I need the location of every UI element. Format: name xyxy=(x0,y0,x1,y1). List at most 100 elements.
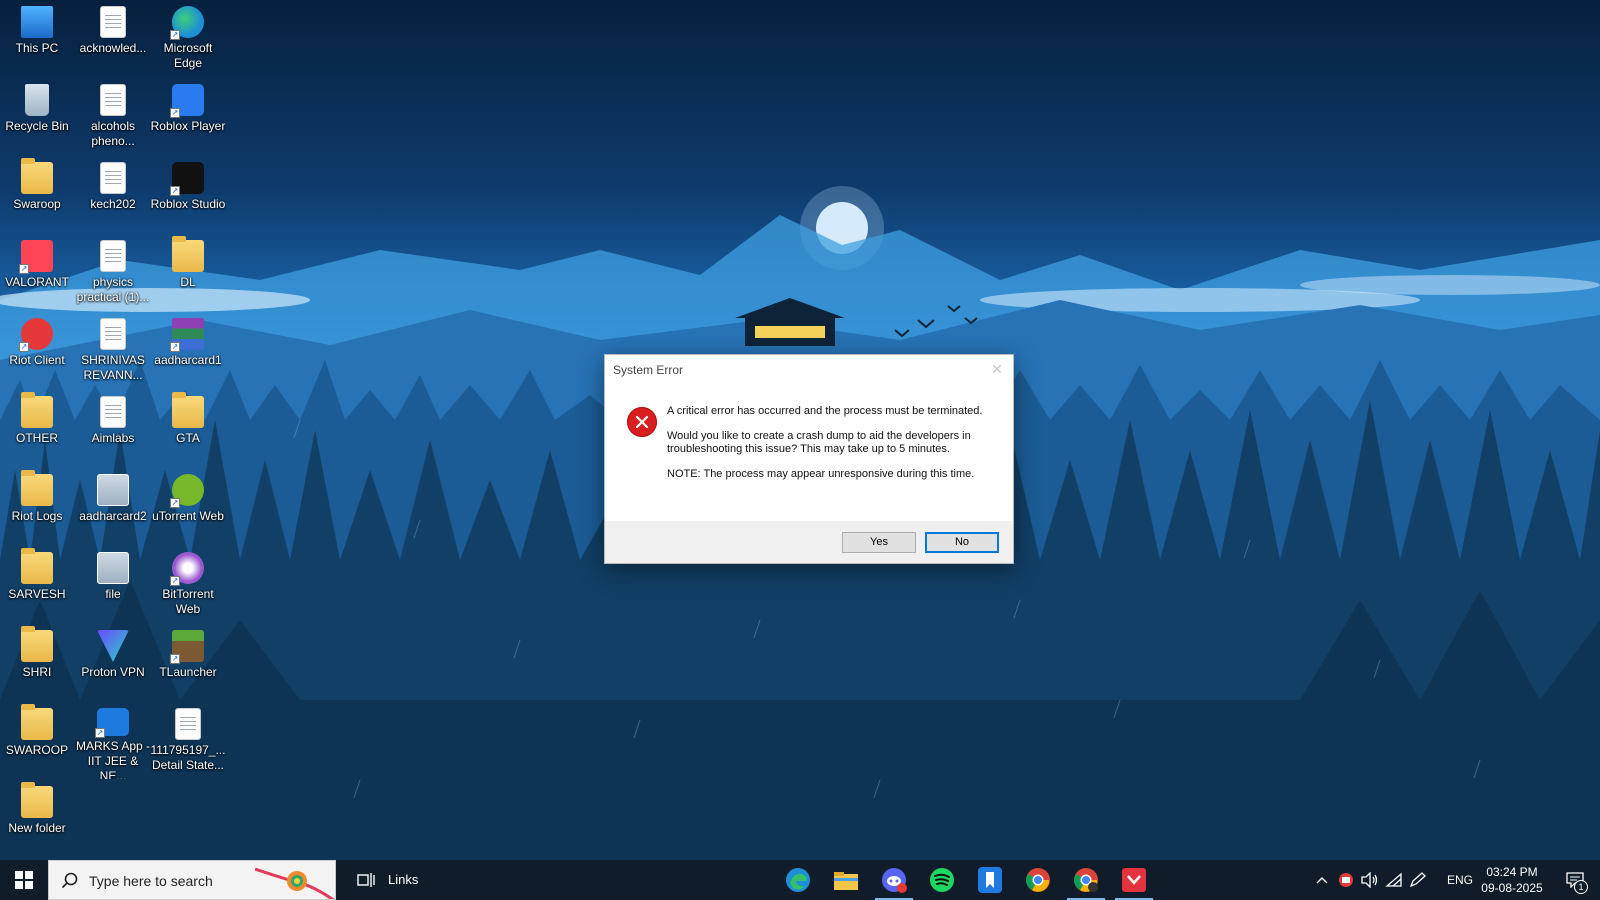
desktop-icon-item[interactable]: ↗ Riot Logs xyxy=(0,469,75,545)
show-hidden-icons-button[interactable] xyxy=(1310,860,1334,900)
desktop-icon-item[interactable]: ↗ BitTorrent Web xyxy=(150,547,226,623)
desktop-icon-item[interactable]: ↗ 111795197_... Detail State... xyxy=(150,703,226,779)
crash-dump-question: Would you like to create a crash dump to… xyxy=(667,430,971,455)
desktop-icon-item[interactable]: ↗ TLauncher xyxy=(150,625,226,701)
document-icon: ↗ xyxy=(100,240,126,272)
shortcut-arrow-icon: ↗ xyxy=(170,342,180,352)
desktop-icon-item[interactable]: ↗ physics practical (1)... xyxy=(75,235,151,311)
desktop-icon-item[interactable]: Recycle Bin xyxy=(0,79,75,155)
shortcut-arrow-icon: ↗ xyxy=(170,186,180,196)
desktop-icon-item[interactable]: ↗ acknowled... xyxy=(75,1,151,77)
folder-icon: ↗ xyxy=(21,782,53,818)
desktop-icon-item[interactable]: ↗ uTorrent Web xyxy=(150,469,226,545)
windows-logo-icon xyxy=(15,871,33,889)
folder-icon: ↗ xyxy=(21,470,53,506)
marks-app-icon: ↗ xyxy=(95,708,129,739)
discord-icon xyxy=(882,868,907,893)
winrar-icon: ↗ xyxy=(170,318,204,352)
taskbar-marks-app[interactable] xyxy=(967,860,1013,900)
dialog-title-bar[interactable]: System Error ✕ xyxy=(605,355,1013,385)
desktop-icon-label: Swaroop xyxy=(13,197,61,211)
close-icon[interactable]: ✕ xyxy=(985,358,1009,380)
taskbar-chrome-profile[interactable] xyxy=(1063,860,1109,900)
desktop-icon-item[interactable]: ↗ file xyxy=(75,547,151,623)
language-indicator[interactable]: ENG xyxy=(1447,873,1473,887)
desktop-icon-item[interactable]: ↗ SHRINIVAS REVANN... xyxy=(75,313,151,389)
note-message: NOTE: The process may appear unresponsiv… xyxy=(667,468,975,480)
desktop-icon-item[interactable]: ↗ Aimlabs xyxy=(75,391,151,467)
notification-badge: 1 xyxy=(1574,880,1588,894)
desktop-icon-item[interactable]: ↗ Proton VPN xyxy=(75,625,151,701)
no-button[interactable]: No xyxy=(925,532,999,553)
desktop-icon-item[interactable]: ↗ MARKS App - IIT JEE & NE... xyxy=(75,703,151,779)
desktop-icon-item[interactable]: ↗ alcohols pheno... xyxy=(75,79,151,155)
folder-icon: ↗ xyxy=(172,392,204,428)
tray-riot-client[interactable] xyxy=(1334,860,1358,900)
yes-button[interactable]: Yes xyxy=(842,532,916,553)
desktop-icon-label: New folder xyxy=(8,821,66,835)
taskbar-chrome[interactable] xyxy=(1015,860,1061,900)
task-view-button[interactable] xyxy=(346,860,386,900)
dialog-title: System Error xyxy=(613,363,684,377)
desktop-icon-item[interactable]: ↗ SARVESH xyxy=(0,547,75,623)
desktop-icon-item[interactable]: ↗ Roblox Player xyxy=(150,79,226,155)
folder-icon: ↗ xyxy=(21,548,53,584)
desktop-icon-item[interactable]: ↗ Riot Client xyxy=(0,313,75,389)
shortcut-arrow-icon: ↗ xyxy=(95,728,105,739)
desktop-icon-item[interactable]: ↗ aadharcard1 xyxy=(150,313,226,389)
folder-icon: ↗ xyxy=(21,392,53,428)
file-explorer-icon xyxy=(834,872,858,890)
desktop-icon-item[interactable]: ↗ kech202 xyxy=(75,157,151,233)
taskbar-spotify[interactable] xyxy=(919,860,965,900)
folder-icon: ↗ xyxy=(21,704,53,740)
shortcut-arrow-icon: ↗ xyxy=(19,342,29,352)
utorrent-icon: ↗ xyxy=(170,474,204,508)
tray-network[interactable] xyxy=(1382,860,1406,900)
desktop-icon-item[interactable]: ↗ SWAROOP xyxy=(0,703,75,779)
desktop-icon-item[interactable]: ↗ GTA xyxy=(150,391,226,467)
shortcut-arrow-icon: ↗ xyxy=(19,264,29,274)
user-folder-icon: ↗ xyxy=(21,158,53,194)
desktop-icon-label: MARKS App - IIT JEE & NE... xyxy=(75,739,151,779)
document-icon: ↗ xyxy=(100,6,126,38)
dialog-message: A critical error has occurred and the pr… xyxy=(667,405,997,493)
desktop-icon-item[interactable]: ↗ Microsoft Edge xyxy=(150,1,226,77)
taskbar-clock[interactable]: 03:24 PM 09-08-2025 xyxy=(1474,864,1550,896)
taskbar-file-explorer[interactable] xyxy=(823,860,869,900)
volume-icon xyxy=(1361,872,1378,888)
tray-pen[interactable] xyxy=(1406,860,1430,900)
desktop-icon-item[interactable]: ↗ VALORANT xyxy=(0,235,75,311)
links-toolbar[interactable]: Links xyxy=(388,872,418,887)
desktop-icon-label: TLauncher xyxy=(159,665,217,679)
start-button[interactable] xyxy=(0,860,48,900)
desktop-icon-item[interactable]: ↗ SHRI xyxy=(0,625,75,701)
desktop-icon-label: Proton VPN xyxy=(81,665,145,679)
chevron-up-icon xyxy=(1316,877,1328,884)
action-center-button[interactable]: 1 xyxy=(1552,860,1598,900)
desktop-icon-label: SHRI xyxy=(22,665,52,679)
desktop-icon-item[interactable]: This PC xyxy=(0,1,75,77)
chrome-profile-icon xyxy=(1074,868,1098,892)
taskbar-discord[interactable] xyxy=(871,860,917,900)
search-input[interactable]: Type here to search xyxy=(89,873,213,889)
taskbar-edge[interactable] xyxy=(775,860,821,900)
image-icon: ↗ xyxy=(97,474,129,506)
desktop-icon-label: Riot Logs xyxy=(11,509,63,523)
folder-icon: ↗ xyxy=(172,236,204,272)
roblox-player-icon: ↗ xyxy=(170,84,204,118)
error-message: A critical error has occurred and the pr… xyxy=(667,405,983,417)
pdf-app-icon xyxy=(1122,868,1146,892)
desktop-icon-item[interactable]: ↗ aadharcard2 xyxy=(75,469,151,545)
taskbar-search-box[interactable]: Type here to search xyxy=(48,860,336,900)
desktop-icon-item[interactable]: ↗ New folder xyxy=(0,781,75,857)
desktop-icon-label: physics practical (1)... xyxy=(76,275,150,304)
desktop-icon-label: file xyxy=(105,587,121,601)
desktop-icon-item[interactable]: ↗ DL xyxy=(150,235,226,311)
taskbar-pdf-app[interactable] xyxy=(1111,860,1157,900)
desktop-icon-item[interactable]: ↗ Swaroop xyxy=(0,157,75,233)
tray-volume[interactable] xyxy=(1358,860,1382,900)
proton-vpn-icon: ↗ xyxy=(97,630,129,662)
desktop-icon-label: OTHER xyxy=(16,431,58,445)
desktop-icon-item[interactable]: ↗ Roblox Studio xyxy=(150,157,226,233)
desktop-icon-item[interactable]: ↗ OTHER xyxy=(0,391,75,467)
